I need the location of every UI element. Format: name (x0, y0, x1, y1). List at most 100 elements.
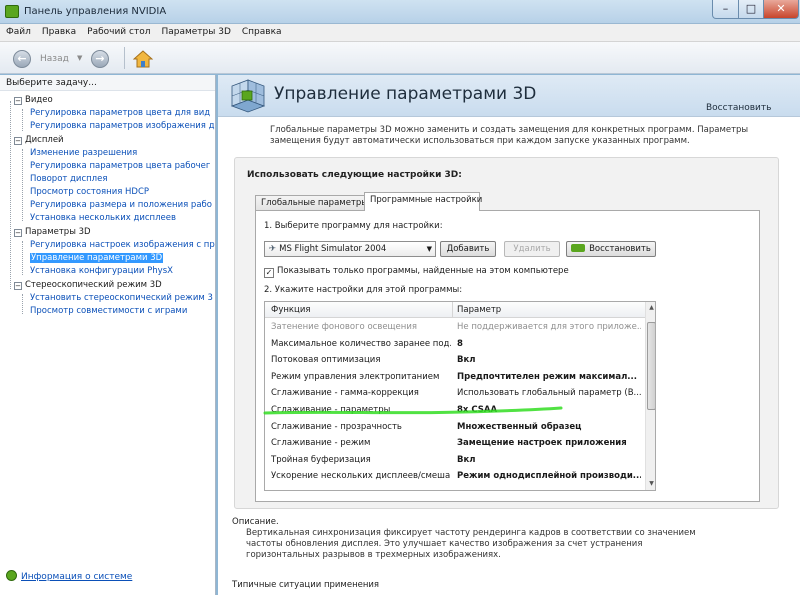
collapse-icon[interactable]: − (14, 282, 22, 290)
collapse-icon[interactable]: − (14, 97, 22, 105)
row-function: Режим управления электропитанием (271, 371, 440, 382)
sidebar-item-label: Просмотр совместимости с играми (30, 306, 188, 316)
sidebar-item-label: Регулировка параметров цвета рабочег (30, 161, 211, 171)
row-function: Затенение фонового освещения (271, 322, 417, 332)
sidebar-item-label: Регулировка размера и положения рабо (30, 200, 212, 210)
home-icon[interactable] (133, 49, 153, 69)
sidebar-item-manage-3d[interactable]: Управление параметрами 3D (30, 253, 164, 266)
tree-connector (22, 109, 23, 131)
table-row[interactable]: Потоковая оптимизация Вкл (265, 352, 645, 369)
typical-usage-label: Типичные ситуации применения (232, 580, 380, 590)
menu-file[interactable]: Файл (0, 24, 36, 37)
forward-arrow-icon[interactable]: → (91, 50, 109, 68)
chevron-down-icon: ▼ (426, 245, 432, 253)
add-program-button[interactable]: Добавить (440, 241, 496, 257)
row-param: Замещение настроек приложения (457, 438, 627, 449)
sidebar-item-video-image[interactable]: Регулировка параметров изображения д (30, 121, 214, 134)
show-installed-only[interactable]: ✓ Показывать только программы, найденные … (264, 266, 569, 278)
menu-edit[interactable]: Правка (36, 24, 81, 37)
toolbar-separator (124, 47, 125, 69)
sidebar-item-label: Установка нескольких дисплеев (30, 213, 176, 223)
column-separator (452, 302, 453, 318)
sidebar-item-label: Изменение разрешения (30, 148, 138, 158)
table-row[interactable]: Сглаживание - прозрачность Множественный … (265, 419, 645, 436)
main-panel: Управление параметрами 3D Восстановить Г… (218, 75, 800, 595)
restore-link[interactable]: Восстановить (706, 103, 771, 113)
column-header-function[interactable]: Функция (271, 305, 310, 315)
close-button[interactable]: ✕ (763, 0, 799, 19)
page-banner: Управление параметрами 3D Восстановить (218, 75, 800, 117)
group-label: Использовать следующие настройки 3D: (247, 170, 462, 180)
row-param: Использовать глобальный параметр (В... (457, 388, 641, 399)
restore-program-button[interactable]: Восстановить (566, 241, 656, 257)
tree-connector (22, 241, 23, 275)
settings-group: Использовать следующие настройки 3D: Гло… (234, 157, 779, 509)
sidebar-item-hdcp[interactable]: Просмотр состояния HDCP (30, 187, 149, 200)
scroll-thumb[interactable] (647, 322, 655, 410)
menu-help[interactable]: Справка (236, 24, 287, 37)
back-dropdown-icon[interactable]: ▼ (77, 54, 82, 62)
collapse-icon[interactable]: − (14, 137, 22, 145)
sidebar-category-display[interactable]: − Дисплей (14, 135, 64, 148)
back-label[interactable]: Назад (40, 54, 69, 64)
table-row[interactable]: Сглаживание - гамма-коррекция Использоват… (265, 385, 645, 402)
tab-program-settings[interactable]: Программные настройки (364, 192, 482, 211)
sidebar-category-video[interactable]: − Видео (14, 95, 53, 108)
column-header-param[interactable]: Параметр (457, 305, 501, 315)
sidebar-item-multi-display[interactable]: Установка нескольких дисплеев (30, 213, 176, 226)
row-param: Не поддерживается для этого приложе... (457, 322, 641, 332)
table-row[interactable]: Затенение фонового освещения Не поддержив… (265, 319, 645, 336)
sidebar-item-label: Регулировка параметров цвета для вид (30, 108, 211, 118)
menu-desktop[interactable]: Рабочий стол (81, 24, 155, 37)
task-sidebar: Выберите задачу... − Видео Регулировка па… (0, 75, 216, 595)
sidebar-item-desktop-color[interactable]: Регулировка параметров цвета рабочег (30, 161, 210, 174)
back-arrow-icon[interactable]: ← (13, 50, 31, 68)
menu-3d-settings[interactable]: Параметры 3D (155, 24, 235, 37)
title-bar: Панель управления NVIDIA – □ ✕ (0, 0, 800, 24)
sidebar-item-resolution[interactable]: Изменение разрешения (30, 148, 137, 161)
row-function: Сглаживание - гамма-коррекция (271, 388, 419, 399)
show-installed-checkbox[interactable]: ✓ (264, 268, 274, 278)
row-function: Тройная буферизация (271, 454, 371, 465)
table-row[interactable]: Режим управления электропитанием Предпочт… (265, 369, 645, 386)
sidebar-item-size-position[interactable]: Регулировка размера и положения рабо (30, 200, 212, 213)
sidebar-item-stereo-setup[interactable]: Установить стереоскопический режим 3 (30, 293, 213, 306)
tree-connector (10, 101, 11, 289)
row-param: 8 (457, 338, 463, 349)
sidebar-category-stereo[interactable]: − Стереоскопический режим 3D (14, 280, 162, 293)
sidebar-item-label: Регулировка параметров изображения д (30, 121, 215, 131)
sidebar-category-3d[interactable]: − Параметры 3D (14, 227, 91, 240)
scroll-up-icon[interactable]: ▲ (646, 302, 655, 313)
row-param: Режим однодисплейной производи... (457, 471, 641, 482)
sidebar-item-rotate[interactable]: Поворот дисплея (30, 174, 107, 187)
system-info-link[interactable]: Информация о системе (6, 570, 212, 588)
table-row[interactable]: Сглаживание - режим Замещение настроек пр… (265, 435, 645, 452)
minimize-button[interactable]: – (712, 0, 739, 19)
maximize-button[interactable]: □ (738, 0, 764, 19)
sidebar-item-game-compat[interactable]: Просмотр совместимости с играми (30, 306, 187, 319)
row-function: Максимальное количество заранее под... (271, 338, 451, 349)
3d-settings-icon (230, 79, 266, 113)
sidebar-item-physx[interactable]: Установка конфигурации PhysX (30, 266, 173, 279)
table-row[interactable]: Ускорение нескольких дисплеев/смеша... Ре… (265, 468, 645, 485)
grid-scrollbar[interactable]: ▲ ▼ (645, 302, 655, 490)
table-row[interactable]: Тройная буферизация Вкл (265, 452, 645, 469)
row-param: Предпочтителен режим максимал... (457, 371, 637, 382)
table-row[interactable]: Сглаживание - параметры 8x CSAA (265, 402, 645, 419)
sidebar-item-video-color[interactable]: Регулировка параметров цвета для вид (30, 108, 210, 121)
intro-text: Глобальные параметры 3D можно заменить и… (270, 125, 749, 146)
task-tree: − Видео Регулировка параметров цвета для … (0, 95, 215, 565)
sidebar-item-label: Поворот дисплея (30, 174, 108, 184)
tree-connector (22, 149, 23, 221)
scroll-down-icon[interactable]: ▼ (646, 478, 655, 489)
program-select[interactable]: ✈ MS Flight Simulator 2004 ▼ (264, 241, 436, 257)
sidebar-item-image-preview[interactable]: Регулировка настроек изображения с пр (30, 240, 215, 253)
row-function: Потоковая оптимизация (271, 355, 381, 366)
remove-program-button[interactable]: Удалить (504, 241, 560, 257)
nvidia-app-icon (5, 5, 19, 18)
step2-label: 2. Укажите настройки для этой программы: (264, 285, 463, 295)
tab-global-settings[interactable]: Глобальные параметры (255, 195, 368, 210)
table-row[interactable]: Максимальное количество заранее под... 8 (265, 336, 645, 353)
collapse-icon[interactable]: − (14, 229, 22, 237)
sidebar-category-label: Параметры 3D (25, 227, 91, 237)
